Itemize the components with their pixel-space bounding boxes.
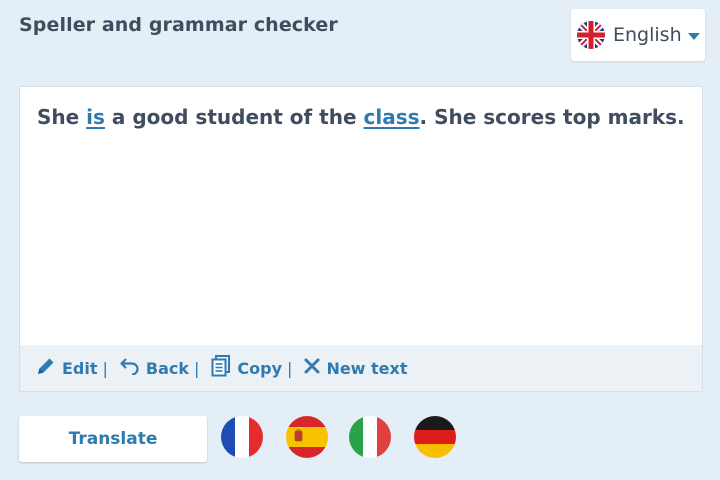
text-segment: . She scores top marks.	[419, 105, 685, 129]
toolbar-separator: |	[102, 358, 108, 378]
translate-button[interactable]: Translate	[19, 416, 207, 462]
page-title: Speller and grammar checker	[19, 14, 338, 36]
flagged-word[interactable]: class	[364, 105, 420, 129]
germany-flag-icon[interactable]	[414, 416, 456, 458]
toolbar-separator: |	[194, 358, 200, 378]
editor-toolbar: Edit | Back | Copy | New text	[20, 345, 702, 391]
edit-label: Edit	[62, 358, 98, 378]
copy-label: Copy	[237, 358, 283, 378]
back-label: Back	[145, 358, 190, 378]
text-segment: a good student of the	[104, 105, 364, 129]
uk-flag-icon	[577, 21, 605, 49]
toolbar-separator: |	[287, 358, 293, 378]
italy-flag-icon[interactable]	[349, 416, 391, 458]
language-label: English	[613, 24, 682, 46]
copy-icon	[211, 355, 237, 381]
spain-flag-icon[interactable]	[286, 416, 328, 458]
back-button[interactable]: Back	[120, 357, 189, 379]
caret-down-icon	[687, 26, 700, 45]
language-dropdown[interactable]: English	[571, 9, 705, 61]
text-editor[interactable]: She is a good student of the class. She …	[19, 86, 703, 392]
editor-content[interactable]: She is a good student of the class. She …	[37, 105, 685, 129]
edit-button[interactable]: Edit	[36, 356, 98, 380]
undo-arrow-icon	[120, 357, 146, 379]
copy-button[interactable]: Copy	[211, 355, 282, 381]
text-segment: She	[37, 105, 87, 129]
x-icon	[304, 358, 326, 378]
pencil-icon	[36, 356, 62, 380]
flagged-word[interactable]: is	[86, 105, 105, 129]
new-text-label: New text	[326, 358, 408, 378]
france-flag-icon[interactable]	[221, 416, 263, 458]
new-text-button[interactable]: New text	[304, 358, 408, 378]
